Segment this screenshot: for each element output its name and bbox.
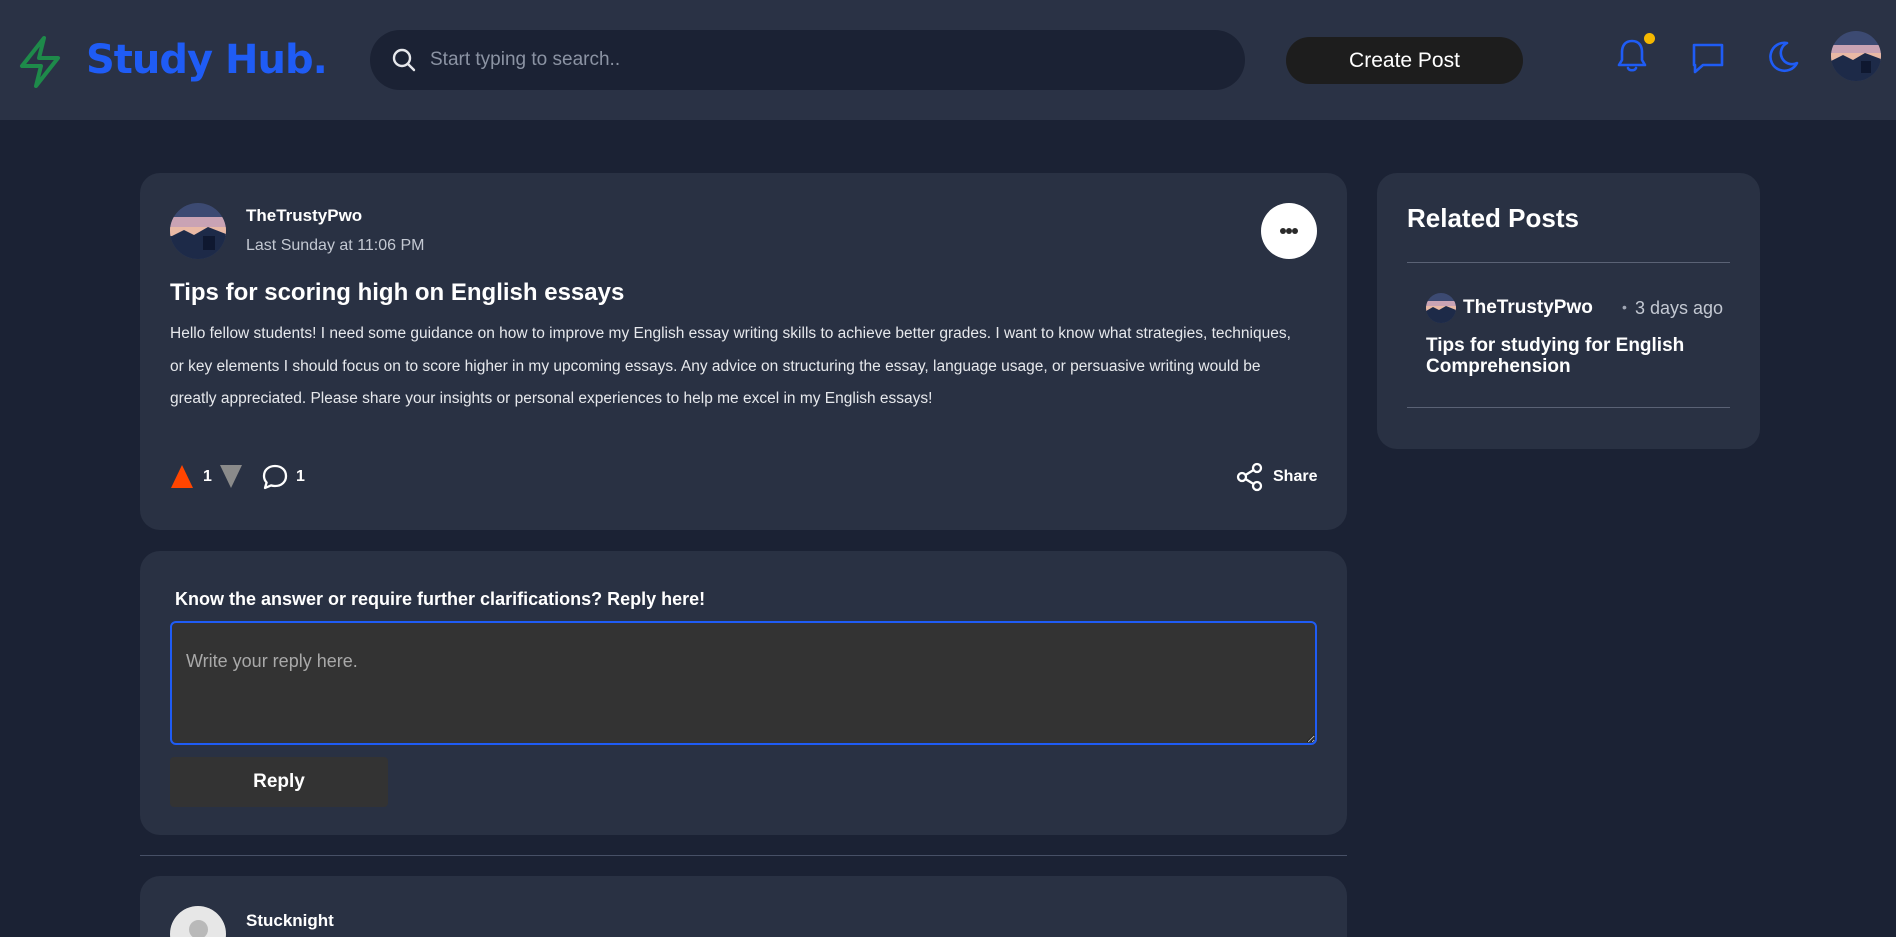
- share-button[interactable]: Share: [1235, 462, 1325, 492]
- post-title: Tips for scoring high on English essays: [170, 279, 625, 306]
- upvote-count: 1: [203, 468, 212, 485]
- upvote-icon[interactable]: [170, 464, 194, 489]
- more-options-button[interactable]: [1261, 203, 1317, 259]
- avatar: [1426, 293, 1456, 323]
- lightning-bolt-icon[interactable]: [14, 34, 66, 90]
- related-post-item[interactable]: TheTrustyPwo • 3 days ago Tips for study…: [1407, 263, 1730, 408]
- post-card: TheTrustyPwo Last Sunday at 11:06 PM Tip…: [140, 173, 1347, 530]
- post-author[interactable]: TheTrustyPwo: [246, 206, 362, 226]
- related-post-time: 3 days ago: [1635, 298, 1724, 318]
- user-avatar[interactable]: [1831, 31, 1881, 81]
- brand-logo[interactable]: Study Hub.: [86, 34, 328, 86]
- divider: [140, 855, 1347, 856]
- comment-author[interactable]: Stucknight: [246, 911, 334, 931]
- share-label: Share: [1273, 468, 1318, 485]
- notification-badge: [1644, 33, 1655, 44]
- related-posts-heading: Related Posts: [1407, 203, 1579, 233]
- moon-icon[interactable]: [1765, 38, 1801, 76]
- reply-textarea[interactable]: [170, 621, 1317, 745]
- related-post-title[interactable]: Tips for studying for English Comprehens…: [1426, 335, 1706, 377]
- avatar[interactable]: [170, 203, 226, 259]
- search-input[interactable]: [430, 30, 1220, 90]
- separator-dot: •: [1622, 299, 1627, 315]
- downvote-icon[interactable]: [219, 464, 243, 489]
- reply-button[interactable]: Reply: [170, 757, 388, 807]
- post-timestamp: Last Sunday at 11:06 PM: [246, 237, 425, 254]
- share-icon: [1236, 462, 1263, 492]
- reply-card: Know the answer or require further clari…: [140, 551, 1347, 835]
- default-user-icon: [189, 920, 208, 937]
- comment-count: 1: [296, 468, 305, 485]
- search-bar[interactable]: [370, 30, 1245, 90]
- comment-card: Stucknight: [140, 876, 1347, 937]
- comment-icon[interactable]: [261, 463, 289, 491]
- avatar[interactable]: [170, 906, 226, 937]
- top-navbar: Study Hub. Create Post: [0, 0, 1896, 120]
- divider: [1407, 407, 1730, 408]
- post-body: Hello fellow students! I need some guida…: [170, 325, 1291, 407]
- reply-prompt: Know the answer or require further clari…: [175, 589, 706, 609]
- related-posts-panel: Related Posts TheTrustyPwo • 3 days ago …: [1377, 173, 1760, 449]
- search-icon: [392, 48, 416, 72]
- create-post-button[interactable]: Create Post: [1286, 37, 1523, 84]
- related-post-author[interactable]: TheTrustyPwo: [1463, 297, 1593, 319]
- chat-bubble-icon[interactable]: [1690, 38, 1726, 76]
